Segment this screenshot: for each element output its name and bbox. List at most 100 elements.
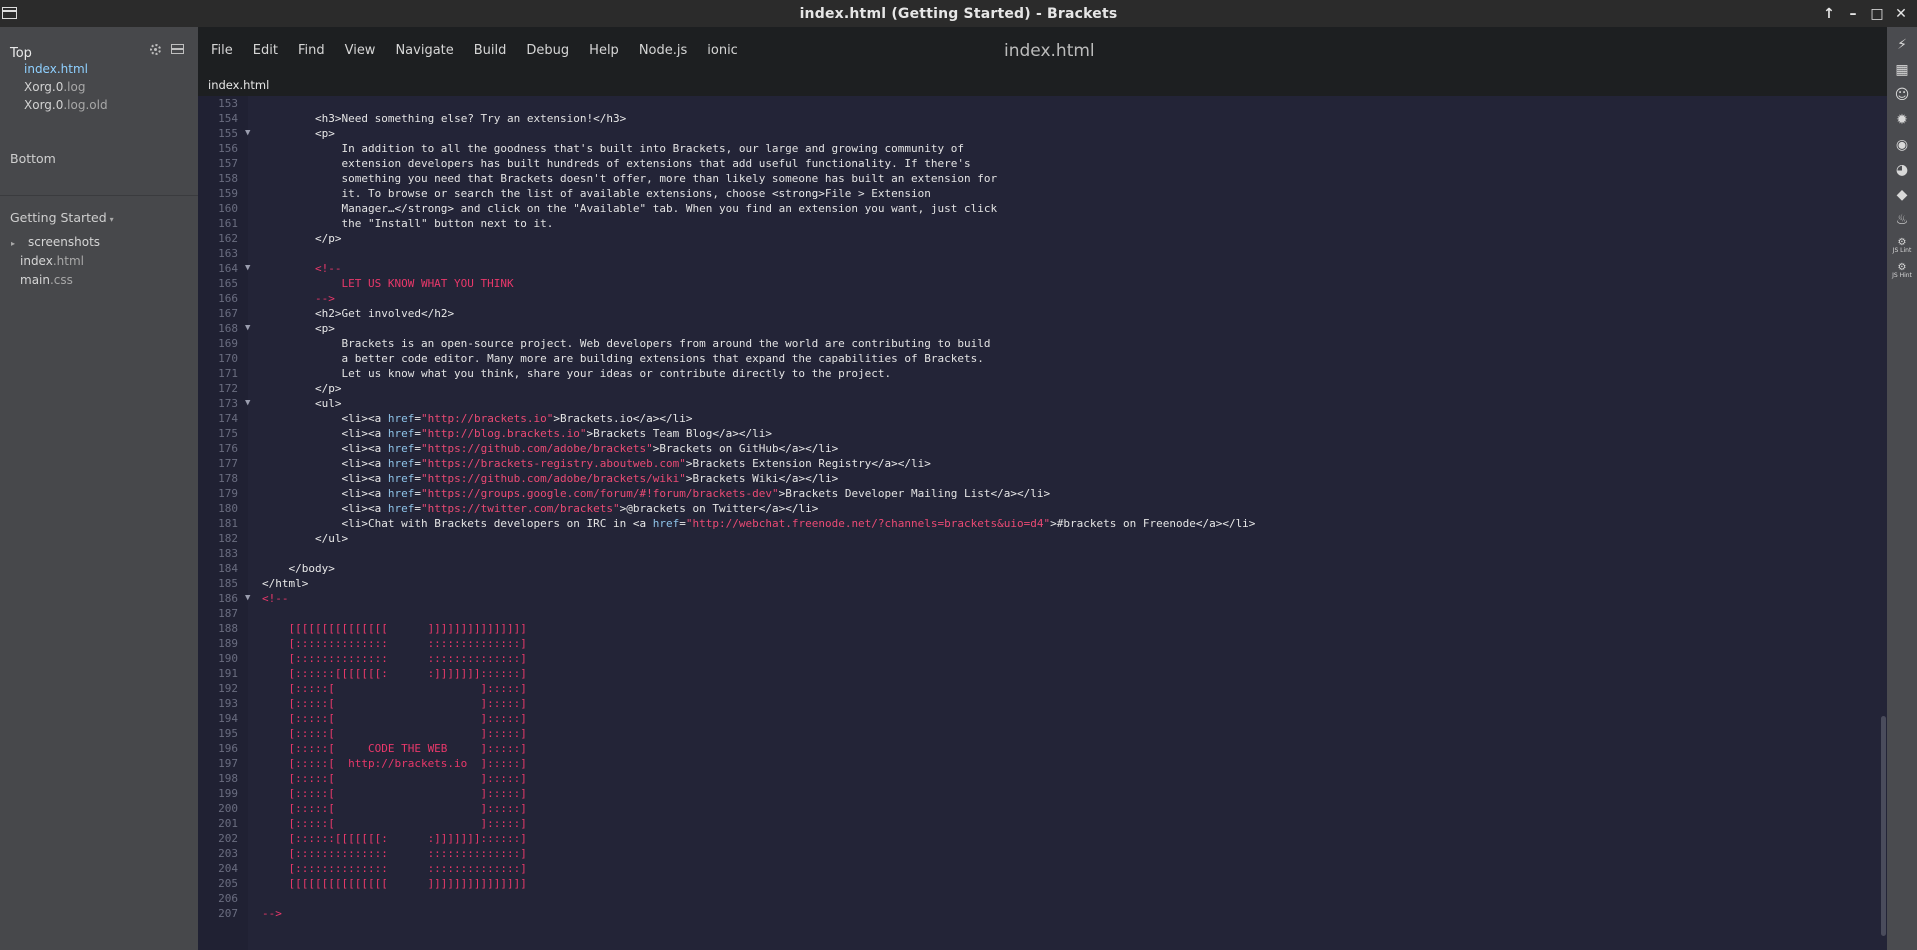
project-dropdown[interactable]: Getting Started ▾ bbox=[10, 210, 114, 225]
line-number: 168 bbox=[218, 322, 238, 335]
tree-file[interactable]: index.html bbox=[20, 254, 84, 268]
minimize-button[interactable]: – bbox=[1841, 6, 1865, 22]
code-text: [:::::::::::::: ::::::::::::::] bbox=[262, 636, 526, 651]
tree-folder[interactable]: ▸ screenshots bbox=[11, 235, 100, 249]
menu-build[interactable]: Build bbox=[474, 43, 507, 58]
code-text: [:::::[ ]:::::] bbox=[262, 711, 527, 726]
fold-triangle-icon[interactable]: ▼ bbox=[245, 396, 250, 411]
code-text: LET US KNOW WHAT YOU THINK bbox=[262, 276, 514, 291]
code-token: "https://github.com/adobe/brackets/wiki" bbox=[420, 472, 686, 485]
line-number: 207 bbox=[218, 907, 238, 920]
working-file-item[interactable]: index.html bbox=[24, 62, 88, 76]
code-token: Brackets.io bbox=[560, 412, 633, 425]
menu-help[interactable]: Help bbox=[589, 43, 619, 58]
chat-icon[interactable]: ◕ bbox=[1892, 160, 1912, 180]
code-editor[interactable]: 152 </samp>153154 <h3>Need something els… bbox=[198, 96, 1880, 950]
scrollbar-thumb[interactable] bbox=[1881, 716, 1886, 936]
fold-triangle-icon[interactable]: ▼ bbox=[245, 261, 250, 276]
maximize-up-button[interactable]: ↑ bbox=[1817, 6, 1841, 22]
chevron-down-icon: ▾ bbox=[109, 215, 114, 224]
code-token: <li><a bbox=[262, 472, 388, 485]
tab-index-html[interactable]: index.html bbox=[208, 78, 269, 92]
code-text: <p> bbox=[262, 126, 335, 141]
code-token: Brackets Extension Registry bbox=[692, 457, 872, 470]
menu-view[interactable]: View bbox=[345, 43, 376, 58]
restore-button[interactable]: □ bbox=[1865, 6, 1889, 22]
code-line: 189 [:::::::::::::: ::::::::::::::] bbox=[198, 636, 1880, 651]
line-number: 153 bbox=[218, 97, 238, 110]
code-token: [[[[[[[[[[[[[[[ ]]]]]]]]]]]]]]] bbox=[262, 877, 527, 890]
line-number: 161 bbox=[218, 217, 238, 230]
line-number: 178 bbox=[218, 472, 238, 485]
cup-icon[interactable]: ♨ bbox=[1892, 210, 1912, 230]
code-text: [:::::[ ]:::::] bbox=[262, 726, 526, 741]
code-line: 188 [[[[[[[[[[[[[[[ ]]]]]]]]]]]]]]] bbox=[198, 621, 1880, 636]
live-preview-icon[interactable]: ⚡ bbox=[1892, 35, 1912, 55]
toolbar-glyph: ▦ bbox=[1895, 62, 1909, 78]
code-token: [:::::[ ]:::::] bbox=[262, 712, 527, 725]
window-controls: ↑ – □ ✕ bbox=[1817, 0, 1913, 27]
menu-navigate[interactable]: Navigate bbox=[395, 43, 453, 58]
git-icon[interactable]: ◆ bbox=[1892, 185, 1912, 205]
code-text: --> bbox=[262, 291, 335, 306]
jshint-icon[interactable]: ⚙ JS Hint bbox=[1892, 260, 1912, 280]
record-icon[interactable]: ◉ bbox=[1892, 135, 1912, 155]
code-line: 168 ▼ <p> bbox=[198, 321, 1880, 336]
line-number: 190 bbox=[218, 652, 238, 665]
menu-ionic[interactable]: ionic bbox=[707, 43, 738, 58]
bug-icon[interactable]: ✹ bbox=[1892, 110, 1912, 130]
code-token: <li><a bbox=[262, 457, 388, 470]
jslint-icon[interactable]: ⚙ JS Lint bbox=[1892, 235, 1912, 255]
code-token: the "Install" button next to it. bbox=[262, 217, 554, 230]
working-file-name: index bbox=[24, 62, 57, 76]
working-file-item[interactable]: Xorg.0.log bbox=[24, 80, 85, 94]
code-text: a better code editor. Many more are buil… bbox=[262, 351, 983, 366]
code-text: Brackets is an open-source project. Web … bbox=[262, 336, 990, 351]
code-text: <h2>Get involved</h2> bbox=[262, 306, 454, 321]
tree-file[interactable]: main.css bbox=[20, 273, 73, 287]
code-line: 171 Let us know what you think, share yo… bbox=[198, 366, 1880, 381]
menu-debug[interactable]: Debug bbox=[526, 43, 569, 58]
code-token: LET US KNOW WHAT YOU THINK bbox=[262, 277, 514, 290]
code-token: Chat with Brackets developers on IRC in bbox=[367, 517, 633, 530]
editor-scrollbar[interactable] bbox=[1880, 96, 1887, 950]
menu-node-js[interactable]: Node.js bbox=[639, 43, 687, 58]
extension-manager-icon[interactable]: ▦ bbox=[1892, 60, 1912, 80]
code-token: [:::::[ ]:::::] bbox=[262, 817, 527, 830]
code-text: [[[[[[[[[[[[[[[ ]]]]]]]]]]]]]]] bbox=[262, 876, 527, 891]
close-button[interactable]: ✕ bbox=[1889, 6, 1913, 22]
line-number: 171 bbox=[218, 367, 238, 380]
menu-find[interactable]: Find bbox=[298, 43, 325, 58]
line-number: 188 bbox=[218, 622, 238, 635]
fold-triangle-icon[interactable]: ▼ bbox=[245, 126, 250, 141]
code-token: > bbox=[685, 472, 693, 485]
window-menu-icon[interactable] bbox=[2, 7, 17, 19]
line-number: 200 bbox=[218, 802, 238, 815]
code-token: href bbox=[387, 442, 415, 455]
code-token: <li> bbox=[262, 517, 368, 530]
working-files-bottom-label: Bottom bbox=[10, 151, 56, 166]
code-token: <a bbox=[632, 517, 653, 530]
code-line: 173 ▼ <ul> bbox=[198, 396, 1880, 411]
code-token: = bbox=[414, 457, 421, 470]
fold-triangle-icon[interactable]: ▼ bbox=[245, 321, 250, 336]
line-number: 201 bbox=[218, 817, 238, 830]
robot-icon[interactable]: ☺ bbox=[1892, 85, 1912, 105]
line-number: 198 bbox=[218, 772, 238, 785]
working-files-actions bbox=[150, 44, 184, 55]
fold-triangle-icon[interactable]: ▼ bbox=[245, 591, 250, 606]
menu-edit[interactable]: Edit bbox=[253, 43, 278, 58]
code-token: </body> bbox=[262, 562, 335, 575]
code-line: 159 it. To browse or search the list of … bbox=[198, 186, 1880, 201]
working-file-item[interactable]: Xorg.0.log.old bbox=[24, 98, 108, 112]
line-number: 163 bbox=[218, 247, 238, 260]
toolbar-label: JS Lint bbox=[1892, 246, 1912, 254]
gear-icon[interactable] bbox=[150, 44, 161, 55]
triangle-right-icon: ▸ bbox=[11, 239, 16, 248]
code-token: > bbox=[1050, 517, 1057, 530]
line-number: 205 bbox=[218, 877, 238, 890]
split-view-icon[interactable] bbox=[171, 44, 184, 54]
menu-file[interactable]: File bbox=[211, 43, 233, 58]
code-text: </p> bbox=[262, 381, 342, 396]
code-token: </html> bbox=[262, 577, 309, 590]
